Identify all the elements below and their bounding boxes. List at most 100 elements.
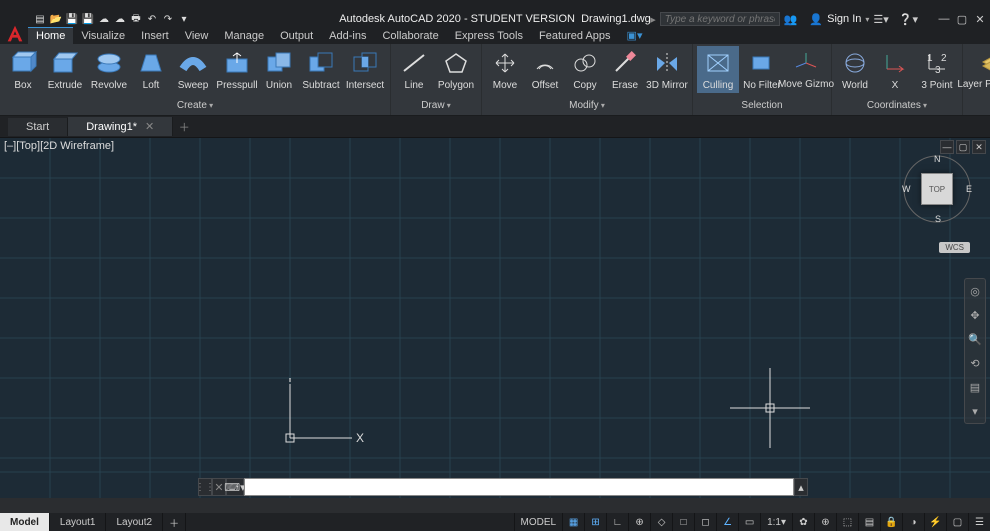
help-icon[interactable]: ❔▾ — [899, 13, 918, 26]
viewport-minimize-icon[interactable]: — — [940, 140, 954, 154]
units-icon[interactable]: ⬚ — [836, 513, 858, 531]
viewport-maximize-icon[interactable]: ▢ — [956, 140, 970, 154]
qat-redo-icon[interactable]: ↷ — [160, 12, 176, 26]
view-cube-face[interactable]: TOP — [921, 173, 953, 205]
qat-cloud-open-icon[interactable]: ☁ — [96, 12, 112, 26]
ribbon-tab-insert[interactable]: Insert — [133, 28, 177, 44]
ribbon-tab-addins[interactable]: Add-ins — [321, 28, 374, 44]
pan-icon[interactable]: ✥ — [965, 303, 985, 327]
view-cube[interactable]: TOP N E S W — [902, 154, 972, 224]
file-tab-active[interactable]: Drawing1*✕ — [68, 117, 173, 136]
qat-open-icon[interactable]: 📂 — [48, 12, 64, 26]
close-tab-icon[interactable]: ✕ — [145, 120, 154, 133]
app-menu-button[interactable] — [2, 23, 28, 45]
ribbon-tab-visualize[interactable]: Visualize — [73, 28, 133, 44]
annotation-monitor-icon[interactable]: ⊕ — [814, 513, 836, 531]
command-line-prompt-icon[interactable]: ⌨▾ — [226, 478, 244, 496]
workspace-switch-icon[interactable]: ✿ — [792, 513, 814, 531]
customize-status-icon[interactable]: ☰ — [968, 513, 990, 531]
lock-ui-icon[interactable]: 🔒 — [880, 513, 902, 531]
minimize-button[interactable]: — — [938, 13, 950, 26]
panel-layers-title[interactable]: Layers & View — [963, 100, 990, 115]
exchange-apps-icon[interactable]: ☰▾ — [873, 13, 888, 26]
3point-button[interactable]: 1233 Point — [916, 46, 958, 93]
isolate-icon[interactable]: ◑ — [902, 513, 924, 531]
culling-button[interactable]: Culling — [697, 46, 739, 93]
hardware-accel-icon[interactable]: ⚡ — [924, 513, 946, 531]
search-caret-icon[interactable]: ▸ — [650, 13, 656, 26]
revolve-button[interactable]: Revolve — [88, 46, 130, 93]
orbit-icon[interactable]: ⟲ — [965, 351, 985, 375]
clean-screen-icon[interactable]: ▢ — [946, 513, 968, 531]
ribbon-tab-express[interactable]: Express Tools — [447, 28, 531, 44]
presspull-button[interactable]: Presspull — [216, 46, 258, 93]
compass-n[interactable]: N — [934, 154, 941, 164]
erase-button[interactable]: Erase — [606, 46, 644, 93]
navwheel-icon[interactable]: ◎ — [965, 279, 985, 303]
layout-tab-layout2[interactable]: Layout2 — [106, 513, 163, 531]
move-button[interactable]: Move — [486, 46, 524, 93]
ribbon-tab-view[interactable]: View — [177, 28, 217, 44]
osnap-toggle-icon[interactable]: □ — [672, 513, 694, 531]
navbar-more-icon[interactable]: ▾ — [965, 399, 985, 423]
intersect-button[interactable]: Intersect — [344, 46, 386, 93]
viewport-close-icon[interactable]: ✕ — [972, 140, 986, 154]
qat-saveas-icon[interactable]: 💾 — [80, 12, 96, 26]
3d-mirror-button[interactable]: 3D Mirror — [646, 46, 688, 93]
qat-dropdown-icon[interactable]: ▾ — [176, 12, 192, 26]
ribbon-tab-featured[interactable]: Featured Apps — [531, 28, 619, 44]
command-line-recent-icon[interactable]: ▴ — [794, 478, 808, 496]
qat-plot-icon[interactable]: 🖶 — [128, 12, 144, 26]
wcs-button[interactable]: WCS — [939, 242, 970, 253]
close-button[interactable]: ✕ — [974, 13, 986, 26]
ortho-toggle-icon[interactable]: ∟ — [606, 513, 628, 531]
copy-button[interactable]: Copy — [566, 46, 604, 93]
compass-s[interactable]: S — [935, 214, 941, 224]
qat-undo-icon[interactable]: ↶ — [144, 12, 160, 26]
model-space-button[interactable]: MODEL — [514, 513, 563, 531]
panel-draw-title[interactable]: Draw — [391, 99, 481, 115]
extrude-button[interactable]: Extrude — [44, 46, 86, 93]
3dosnap-toggle-icon[interactable]: ◻ — [694, 513, 716, 531]
panel-create-title[interactable]: Create — [0, 99, 390, 115]
ribbon-tab-home[interactable]: Home — [28, 27, 73, 44]
maximize-button[interactable]: ▢ — [956, 13, 968, 26]
compass-w[interactable]: W — [902, 184, 911, 194]
file-tab-start[interactable]: Start — [8, 118, 68, 136]
showmotion-icon[interactable]: ▤ — [965, 375, 985, 399]
drawing-viewport[interactable]: [–][Top][2D Wireframe] — ▢ ✕ X Y TOP N E… — [0, 138, 990, 498]
panel-selection-title[interactable]: Selection — [693, 99, 831, 115]
snap-toggle-icon[interactable]: ⊞ — [584, 513, 606, 531]
dynamic-ucs-icon[interactable]: ∠ — [716, 513, 738, 531]
ribbon-tab-output[interactable]: Output — [272, 28, 321, 44]
zoom-icon[interactable]: 🔍 — [965, 327, 985, 351]
ribbon-tab-more-icon[interactable]: ▣▾ — [619, 27, 651, 44]
ribbon-tab-manage[interactable]: Manage — [216, 28, 272, 44]
quick-properties-icon[interactable]: ▤ — [858, 513, 880, 531]
world-button[interactable]: World — [836, 46, 874, 93]
qat-cloud-save-icon[interactable]: ☁ — [112, 12, 128, 26]
polygon-button[interactable]: Polygon — [435, 46, 477, 93]
gizmo-button[interactable]: Move Gizmo — [785, 46, 827, 92]
layout-tab-model[interactable]: Model — [0, 513, 50, 531]
ucs-x-button[interactable]: X — [876, 46, 914, 93]
panel-modify-title[interactable]: Modify — [482, 99, 692, 115]
qat-save-icon[interactable]: 💾 — [64, 12, 80, 26]
selection-cycling-icon[interactable]: ▭ — [738, 513, 760, 531]
loft-button[interactable]: Loft — [132, 46, 170, 93]
autodesk-account-icon[interactable]: 👥 — [784, 13, 798, 26]
line-button[interactable]: Line — [395, 46, 433, 93]
keyword-search-input[interactable] — [660, 12, 780, 26]
isoplane-toggle-icon[interactable]: ◇ — [650, 513, 672, 531]
annotation-scale[interactable]: 1:1 ▾ — [760, 513, 792, 531]
sweep-button[interactable]: Sweep — [172, 46, 214, 93]
compass-e[interactable]: E — [966, 184, 972, 194]
union-button[interactable]: Union — [260, 46, 298, 93]
sign-in-button[interactable]: 👤 Sign In ▾ — [809, 13, 869, 26]
layout-tab-add[interactable]: ＋ — [163, 513, 186, 531]
box-button[interactable]: Box — [4, 46, 42, 93]
polar-toggle-icon[interactable]: ⊕ — [628, 513, 650, 531]
subtract-button[interactable]: Subtract — [300, 46, 342, 93]
command-input[interactable] — [244, 478, 794, 496]
qat-new-icon[interactable]: ▤ — [32, 12, 48, 26]
